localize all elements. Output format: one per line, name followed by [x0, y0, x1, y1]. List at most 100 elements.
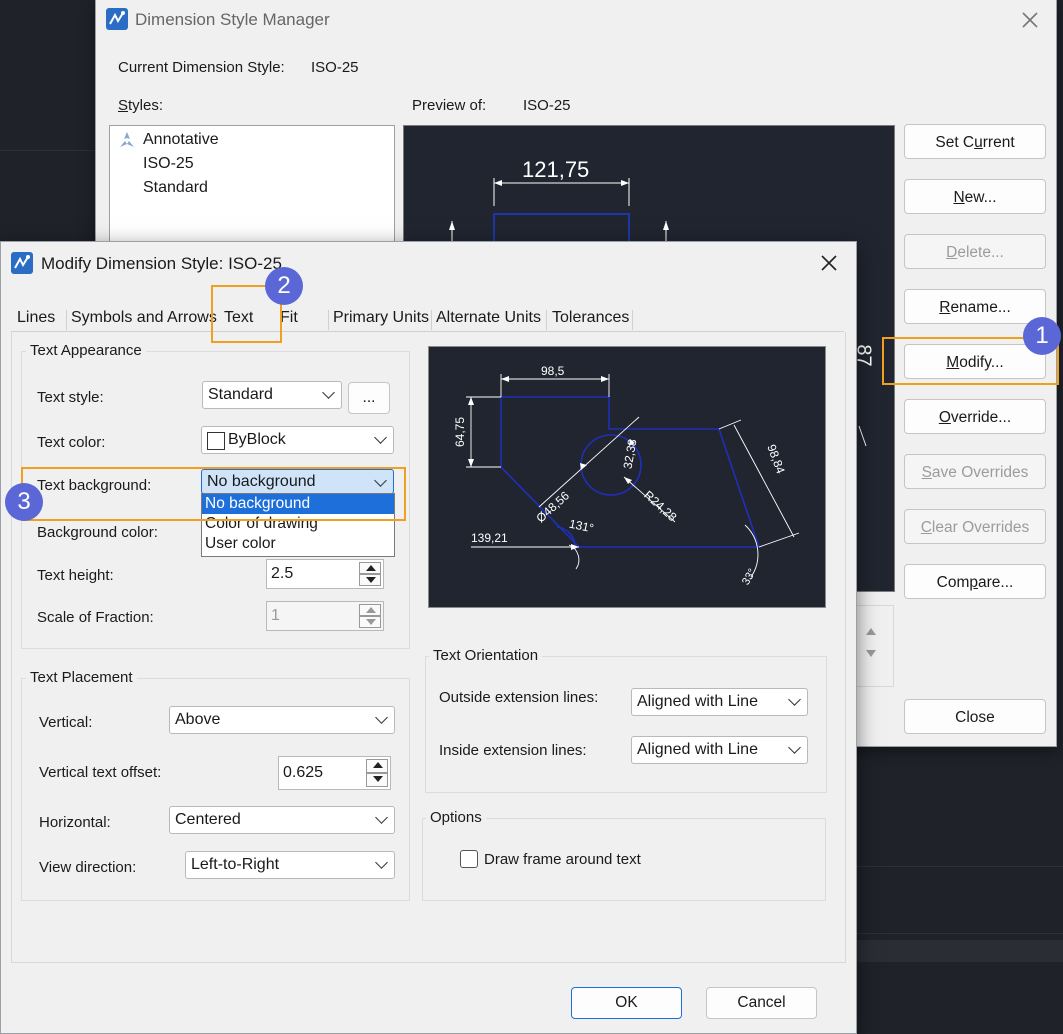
- arrow-down-icon: [373, 776, 383, 782]
- spin-down-button[interactable]: [366, 773, 388, 787]
- inside-extension-select[interactable]: Aligned with Line: [631, 736, 808, 764]
- chevron-down-icon: [374, 431, 387, 444]
- tab-primary-units[interactable]: Primary Units: [333, 304, 429, 332]
- dropdown-option[interactable]: Color of drawing: [202, 514, 394, 534]
- tab-lines[interactable]: Lines: [17, 304, 55, 332]
- cancel-button[interactable]: Cancel: [706, 987, 817, 1019]
- tab-symbols-and-arrows[interactable]: Symbols and Arrows: [71, 304, 217, 332]
- dropdown-option[interactable]: User color: [202, 534, 394, 554]
- view-direction-select[interactable]: Left-to-Right: [185, 851, 395, 879]
- style-item-standard[interactable]: Standard: [143, 179, 208, 197]
- tab-divider: [632, 310, 633, 330]
- horizontal-select[interactable]: Centered: [169, 806, 395, 834]
- background-color-label: Background color:: [37, 524, 158, 541]
- inside-extension-label: Inside extension lines:: [439, 742, 587, 759]
- clear-overrides-button[interactable]: Clear Overrides: [904, 509, 1046, 544]
- chevron-down-icon: [375, 811, 388, 824]
- background-strip: [856, 940, 1063, 962]
- arrow-down-icon: [366, 619, 376, 625]
- annotative-icon: [116, 130, 138, 150]
- arrow-down-icon: [366, 577, 376, 583]
- step-badge-2: 2: [265, 267, 303, 305]
- chevron-down-icon: [374, 474, 387, 487]
- chevron-down-icon: [375, 711, 388, 724]
- save-overrides-button[interactable]: Save Overrides: [904, 454, 1046, 489]
- text-style-label: Text style:: [37, 389, 104, 406]
- tab-alternate-units[interactable]: Alternate Units: [436, 304, 541, 332]
- text-preview: 98,5 64,75 32,38 98,84 Ø48,56 R24,28 131…: [428, 346, 826, 608]
- close-button[interactable]: Close: [904, 699, 1046, 734]
- ok-button[interactable]: OK: [571, 987, 682, 1019]
- spin-up-button[interactable]: [366, 759, 388, 773]
- delete-button[interactable]: Delete...: [904, 234, 1046, 269]
- frame-checkbox-label[interactable]: Draw frame around text: [484, 851, 641, 868]
- styles-label: Styles:: [118, 97, 164, 114]
- preview-scroll[interactable]: [856, 605, 894, 687]
- options-title: Options: [426, 809, 486, 826]
- scale-of-fraction-label: Scale of Fraction:: [37, 609, 154, 626]
- background-line: [0, 150, 95, 151]
- color-swatch: [207, 432, 225, 450]
- close-icon[interactable]: [819, 253, 839, 273]
- set-current-button[interactable]: Set Current: [904, 124, 1046, 159]
- arrow-up-icon: [366, 565, 376, 571]
- modify-button[interactable]: Modify...: [904, 344, 1046, 379]
- rename-button[interactable]: Rename...: [904, 289, 1046, 324]
- vertical-label: Vertical:: [39, 714, 93, 731]
- scale-of-fraction-spinner[interactable]: 1: [266, 601, 384, 631]
- style-item-iso-25[interactable]: ISO-25: [143, 155, 194, 173]
- outside-extension-label: Outside extension lines:: [439, 689, 599, 706]
- text-height-spinner[interactable]: 2.5: [266, 559, 384, 589]
- tab-tolerances[interactable]: Tolerances: [552, 304, 629, 332]
- outside-extension-select[interactable]: Aligned with Line: [631, 688, 808, 716]
- compare-button[interactable]: Compare...: [904, 564, 1046, 599]
- spin-down-button[interactable]: [359, 616, 381, 628]
- override-button[interactable]: Override...: [904, 399, 1046, 434]
- modify-dimension-style-dialog: Modify Dimension Style: ISO-25 Lines Sym…: [0, 241, 857, 1034]
- tab-divider: [546, 310, 547, 330]
- text-background-select[interactable]: No background: [201, 469, 394, 494]
- chevron-down-icon: [375, 856, 388, 869]
- dropdown-option[interactable]: No background: [202, 494, 394, 514]
- frame-checkbox[interactable]: [460, 850, 478, 868]
- preview-dim-2: 64,75: [453, 416, 468, 448]
- chevron-down-icon: [322, 386, 335, 399]
- text-appearance-title: Text Appearance: [26, 342, 146, 359]
- background-line: [856, 933, 1063, 934]
- vertical-offset-spinner[interactable]: 0.625: [278, 756, 391, 790]
- new-button[interactable]: New...: [904, 179, 1046, 214]
- text-color-label: Text color:: [37, 434, 106, 451]
- preview-label: Preview of:: [412, 97, 487, 114]
- vertical-offset-label: Vertical text offset:: [39, 764, 162, 781]
- text-placement-title: Text Placement: [26, 669, 137, 686]
- spin-up-button[interactable]: [359, 562, 381, 574]
- app-icon: [11, 252, 33, 274]
- scroll-up-icon[interactable]: [866, 628, 876, 635]
- scroll-down-icon[interactable]: [866, 650, 876, 657]
- tab-divider: [431, 310, 432, 330]
- text-style-select[interactable]: Standard: [202, 381, 342, 409]
- preview-dimension-text: 121,75: [522, 157, 590, 182]
- vertical-select[interactable]: Above: [169, 706, 395, 734]
- text-background-dropdown[interactable]: No background Color of drawing User colo…: [201, 493, 395, 557]
- spin-down-button[interactable]: [359, 574, 381, 586]
- tab-fit[interactable]: Fit: [280, 304, 298, 332]
- text-background-label: Text background:: [37, 477, 152, 494]
- background-line: [856, 866, 1063, 867]
- styles-list[interactable]: Annotative ISO-25 Standard: [109, 125, 395, 247]
- text-orientation-title: Text Orientation: [429, 647, 543, 664]
- chevron-down-icon: [788, 741, 801, 754]
- arrow-up-icon: [366, 607, 376, 613]
- dialog-title: Modify Dimension Style: ISO-25: [41, 254, 282, 273]
- spin-up-button[interactable]: [359, 604, 381, 616]
- current-style-value: ISO-25: [311, 59, 359, 76]
- close-icon[interactable]: [1020, 10, 1040, 30]
- text-orientation-group: [425, 656, 827, 793]
- text-color-select[interactable]: ByBlock: [201, 426, 394, 454]
- app-icon: [106, 8, 128, 30]
- text-style-browse-button[interactable]: ...: [348, 382, 390, 414]
- tab-text[interactable]: Text: [224, 304, 253, 332]
- step-badge-1: 1: [1023, 317, 1061, 355]
- preview-value: ISO-25: [523, 97, 571, 114]
- style-item-annotative[interactable]: Annotative: [143, 131, 219, 149]
